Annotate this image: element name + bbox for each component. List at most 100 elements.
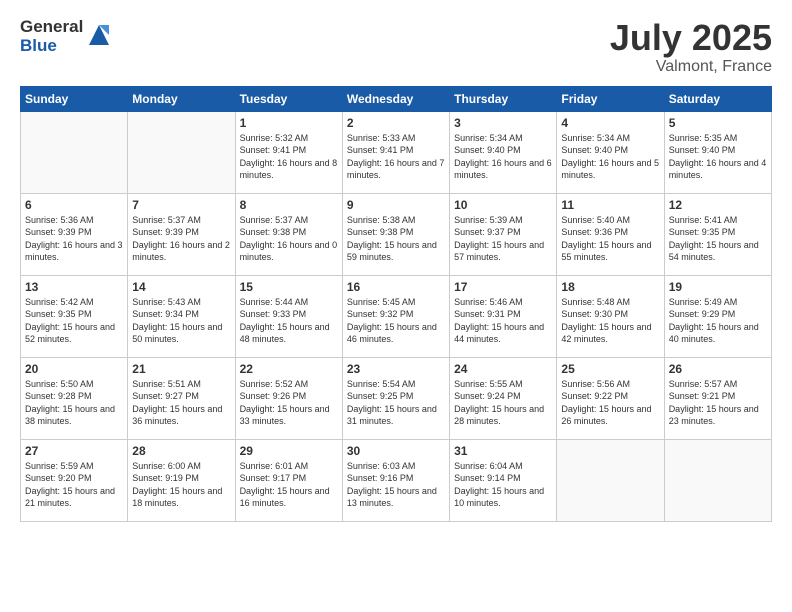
calendar-cell: [664, 439, 771, 521]
day-info: Sunrise: 5:59 AM Sunset: 9:20 PM Dayligh…: [25, 460, 123, 510]
calendar-cell: [128, 111, 235, 193]
day-number: 9: [347, 198, 445, 212]
calendar-cell: 30 Sunrise: 6:03 AM Sunset: 9:16 PM Dayli…: [342, 439, 449, 521]
calendar-cell: 4 Sunrise: 5:34 AM Sunset: 9:40 PM Daylig…: [557, 111, 664, 193]
day-number: 5: [669, 116, 767, 130]
day-info: Sunrise: 5:42 AM Sunset: 9:35 PM Dayligh…: [25, 296, 123, 346]
day-info: Sunrise: 5:34 AM Sunset: 9:40 PM Dayligh…: [561, 132, 659, 182]
calendar-cell: 22 Sunrise: 5:52 AM Sunset: 9:26 PM Dayli…: [235, 357, 342, 439]
day-number: 13: [25, 280, 123, 294]
day-info: Sunrise: 5:49 AM Sunset: 9:29 PM Dayligh…: [669, 296, 767, 346]
weekday-header: Thursday: [450, 86, 557, 111]
day-number: 19: [669, 280, 767, 294]
day-info: Sunrise: 5:57 AM Sunset: 9:21 PM Dayligh…: [669, 378, 767, 428]
day-info: Sunrise: 5:48 AM Sunset: 9:30 PM Dayligh…: [561, 296, 659, 346]
calendar-cell: [21, 111, 128, 193]
weekday-header: Monday: [128, 86, 235, 111]
day-number: 23: [347, 362, 445, 376]
day-info: Sunrise: 6:04 AM Sunset: 9:14 PM Dayligh…: [454, 460, 552, 510]
day-info: Sunrise: 5:52 AM Sunset: 9:26 PM Dayligh…: [240, 378, 338, 428]
calendar-cell: 31 Sunrise: 6:04 AM Sunset: 9:14 PM Dayli…: [450, 439, 557, 521]
day-info: Sunrise: 5:41 AM Sunset: 9:35 PM Dayligh…: [669, 214, 767, 264]
day-number: 29: [240, 444, 338, 458]
calendar-week-row: 27 Sunrise: 5:59 AM Sunset: 9:20 PM Dayli…: [21, 439, 772, 521]
calendar-cell: 25Sunrise: 5:56 AM Sunset: 9:22 PM Dayli…: [557, 357, 664, 439]
logo-icon: [85, 21, 113, 49]
calendar-cell: 26 Sunrise: 5:57 AM Sunset: 9:21 PM Dayli…: [664, 357, 771, 439]
day-info: Sunrise: 5:32 AM Sunset: 9:41 PM Dayligh…: [240, 132, 338, 182]
day-info: Sunrise: 5:56 AM Sunset: 9:22 PM Dayligh…: [561, 378, 659, 428]
day-info: Sunrise: 5:44 AM Sunset: 9:33 PM Dayligh…: [240, 296, 338, 346]
calendar-cell: 21 Sunrise: 5:51 AM Sunset: 9:27 PM Dayli…: [128, 357, 235, 439]
day-number: 7: [132, 198, 230, 212]
day-number: 18: [561, 280, 659, 294]
calendar: SundayMondayTuesdayWednesdayThursdayFrid…: [20, 86, 772, 522]
day-number: 8: [240, 198, 338, 212]
day-number: 2: [347, 116, 445, 130]
month-title: July 2025: [610, 18, 772, 58]
weekday-header: Tuesday: [235, 86, 342, 111]
day-number: 3: [454, 116, 552, 130]
calendar-cell: 15 Sunrise: 5:44 AM Sunset: 9:33 PM Dayli…: [235, 275, 342, 357]
calendar-cell: 9Sunrise: 5:38 AM Sunset: 9:38 PM Daylig…: [342, 193, 449, 275]
day-info: Sunrise: 5:37 AM Sunset: 9:39 PM Dayligh…: [132, 214, 230, 264]
day-number: 30: [347, 444, 445, 458]
day-info: Sunrise: 5:36 AM Sunset: 9:39 PM Dayligh…: [25, 214, 123, 264]
calendar-cell: 12Sunrise: 5:41 AM Sunset: 9:35 PM Dayli…: [664, 193, 771, 275]
day-number: 4: [561, 116, 659, 130]
calendar-week-row: 6 Sunrise: 5:36 AM Sunset: 9:39 PM Daylig…: [21, 193, 772, 275]
day-number: 24: [454, 362, 552, 376]
calendar-body: 1 Sunrise: 5:32 AM Sunset: 9:41 PM Daylig…: [21, 111, 772, 521]
day-number: 20: [25, 362, 123, 376]
day-number: 1: [240, 116, 338, 130]
day-number: 27: [25, 444, 123, 458]
day-info: Sunrise: 5:45 AM Sunset: 9:32 PM Dayligh…: [347, 296, 445, 346]
title-block: July 2025 Valmont, France: [610, 18, 772, 76]
day-number: 14: [132, 280, 230, 294]
logo: General Blue: [20, 18, 113, 55]
day-number: 10: [454, 198, 552, 212]
day-number: 28: [132, 444, 230, 458]
calendar-week-row: 1 Sunrise: 5:32 AM Sunset: 9:41 PM Daylig…: [21, 111, 772, 193]
day-number: 6: [25, 198, 123, 212]
calendar-cell: 2Sunrise: 5:33 AM Sunset: 9:41 PM Daylig…: [342, 111, 449, 193]
calendar-cell: 23 Sunrise: 5:54 AM Sunset: 9:25 PM Dayli…: [342, 357, 449, 439]
day-number: 15: [240, 280, 338, 294]
day-number: 22: [240, 362, 338, 376]
calendar-cell: 17 Sunrise: 5:46 AM Sunset: 9:31 PM Dayli…: [450, 275, 557, 357]
day-info: Sunrise: 5:51 AM Sunset: 9:27 PM Dayligh…: [132, 378, 230, 428]
calendar-cell: 11 Sunrise: 5:40 AM Sunset: 9:36 PM Dayli…: [557, 193, 664, 275]
day-info: Sunrise: 6:00 AM Sunset: 9:19 PM Dayligh…: [132, 460, 230, 510]
weekday-header: Sunday: [21, 86, 128, 111]
weekday-header: Saturday: [664, 86, 771, 111]
day-info: Sunrise: 5:39 AM Sunset: 9:37 PM Dayligh…: [454, 214, 552, 264]
day-number: 26: [669, 362, 767, 376]
weekday-header: Wednesday: [342, 86, 449, 111]
day-info: Sunrise: 6:03 AM Sunset: 9:16 PM Dayligh…: [347, 460, 445, 510]
day-info: Sunrise: 5:55 AM Sunset: 9:24 PM Dayligh…: [454, 378, 552, 428]
calendar-cell: 8 Sunrise: 5:37 AM Sunset: 9:38 PM Daylig…: [235, 193, 342, 275]
day-info: Sunrise: 5:37 AM Sunset: 9:38 PM Dayligh…: [240, 214, 338, 264]
day-number: 16: [347, 280, 445, 294]
calendar-header: SundayMondayTuesdayWednesdayThursdayFrid…: [21, 86, 772, 111]
day-number: 21: [132, 362, 230, 376]
day-info: Sunrise: 5:50 AM Sunset: 9:28 PM Dayligh…: [25, 378, 123, 428]
calendar-cell: 16 Sunrise: 5:45 AM Sunset: 9:32 PM Dayli…: [342, 275, 449, 357]
day-info: Sunrise: 5:46 AM Sunset: 9:31 PM Dayligh…: [454, 296, 552, 346]
calendar-cell: 6 Sunrise: 5:36 AM Sunset: 9:39 PM Daylig…: [21, 193, 128, 275]
day-info: Sunrise: 5:40 AM Sunset: 9:36 PM Dayligh…: [561, 214, 659, 264]
day-info: Sunrise: 5:54 AM Sunset: 9:25 PM Dayligh…: [347, 378, 445, 428]
calendar-cell: 13 Sunrise: 5:42 AM Sunset: 9:35 PM Dayli…: [21, 275, 128, 357]
day-number: 17: [454, 280, 552, 294]
calendar-cell: 20 Sunrise: 5:50 AM Sunset: 9:28 PM Dayli…: [21, 357, 128, 439]
day-number: 11: [561, 198, 659, 212]
logo-blue: Blue: [20, 37, 83, 56]
calendar-cell: 5Sunrise: 5:35 AM Sunset: 9:40 PM Daylig…: [664, 111, 771, 193]
logo-general: General: [20, 18, 83, 37]
location: Valmont, France: [610, 58, 772, 76]
calendar-cell: 28 Sunrise: 6:00 AM Sunset: 9:19 PM Dayli…: [128, 439, 235, 521]
day-number: 31: [454, 444, 552, 458]
weekday-header: Friday: [557, 86, 664, 111]
calendar-cell: 27 Sunrise: 5:59 AM Sunset: 9:20 PM Dayli…: [21, 439, 128, 521]
calendar-cell: 29Sunrise: 6:01 AM Sunset: 9:17 PM Dayli…: [235, 439, 342, 521]
